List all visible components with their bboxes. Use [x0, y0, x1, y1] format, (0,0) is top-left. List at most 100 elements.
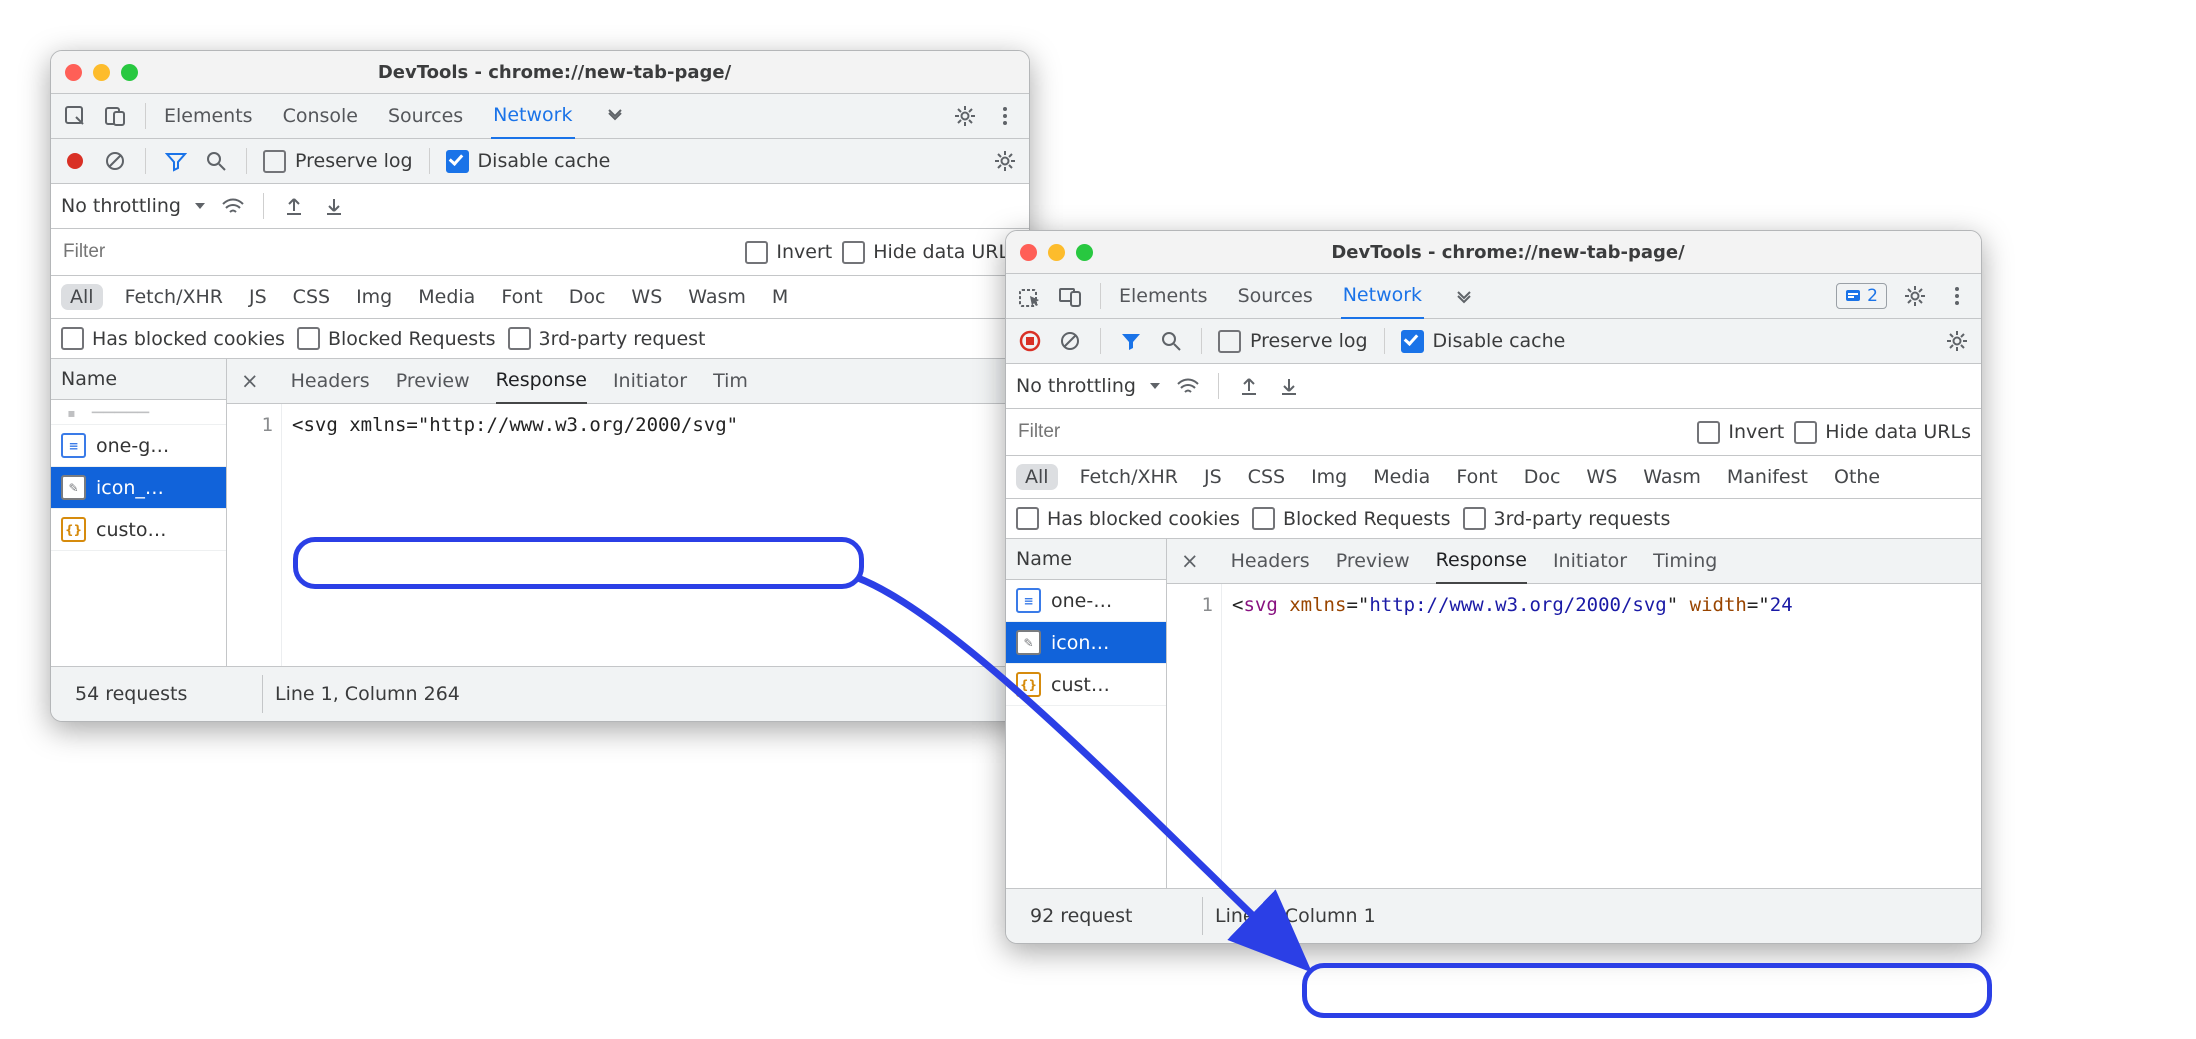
has-blocked-cookies-checkbox[interactable]: Has blocked cookies [61, 327, 285, 350]
tab-headers[interactable]: Headers [291, 359, 370, 403]
search-icon[interactable] [202, 147, 230, 175]
close-detail-icon[interactable]: × [241, 369, 259, 393]
filter-doc[interactable]: Doc [565, 284, 610, 310]
throttling-select[interactable]: No throttling [61, 195, 207, 217]
kebab-menu-icon[interactable] [991, 102, 1019, 130]
third-party-checkbox[interactable]: 3rd-party requests [1463, 507, 1671, 530]
tab-sources[interactable]: Sources [386, 94, 465, 138]
wifi-icon[interactable] [1174, 372, 1202, 400]
filter-ws[interactable]: WS [1582, 464, 1621, 490]
filter-fetchxhr[interactable]: Fetch/XHR [1076, 464, 1182, 490]
preserve-log-checkbox[interactable]: Preserve log [1218, 330, 1368, 353]
clear-icon[interactable] [101, 147, 129, 175]
gear-icon[interactable] [991, 147, 1019, 175]
tab-headers[interactable]: Headers [1231, 539, 1310, 583]
list-item[interactable]: ✎icon_… [51, 467, 226, 509]
tab-timing[interactable]: Timing [1653, 539, 1717, 583]
filter-manifest[interactable]: Manifest [1723, 464, 1812, 490]
filter-wasm[interactable]: Wasm [684, 284, 750, 310]
name-header[interactable]: Name [1006, 539, 1166, 580]
tab-elements[interactable]: Elements [162, 94, 255, 138]
filter-media[interactable]: Media [414, 284, 479, 310]
list-item[interactable]: ≡one-g… [51, 425, 226, 467]
filter-input[interactable] [61, 235, 735, 269]
gear-icon[interactable] [951, 102, 979, 130]
titlebar[interactable]: DevTools - chrome://new-tab-page/ [51, 51, 1029, 94]
issues-badge[interactable]: 2 [1836, 283, 1887, 309]
disable-cache-checkbox[interactable]: Disable cache [446, 150, 611, 173]
filter-all[interactable]: All [61, 284, 103, 310]
device-toggle-icon[interactable] [101, 102, 129, 130]
list-item[interactable]: ≡one-… [1006, 580, 1166, 622]
tab-elements[interactable]: Elements [1117, 274, 1210, 318]
has-blocked-cookies-checkbox[interactable]: Has blocked cookies [1016, 507, 1240, 530]
filter-img[interactable]: Img [352, 284, 396, 310]
filter-icon[interactable] [1117, 327, 1145, 355]
tab-network[interactable]: Network [1341, 273, 1424, 320]
filter-font[interactable]: Font [1452, 464, 1501, 490]
disable-cache-checkbox[interactable]: Disable cache [1401, 330, 1566, 353]
device-toggle-icon[interactable] [1056, 282, 1084, 310]
record-icon[interactable] [61, 147, 89, 175]
hide-data-urls-checkbox[interactable]: Hide data URLs [842, 241, 1019, 264]
tab-timing[interactable]: Tim [713, 359, 748, 403]
list-item[interactable]: {}cust… [1006, 664, 1166, 706]
more-tabs-icon[interactable] [601, 102, 629, 130]
preserve-log-checkbox[interactable]: Preserve log [263, 150, 413, 173]
filter-icon[interactable] [162, 147, 190, 175]
response-body[interactable]: 1 <svg xmlns="http://www.w3.org/2000/svg… [227, 404, 1029, 666]
filter-other[interactable]: Othe [1830, 464, 1884, 490]
tab-preview[interactable]: Preview [396, 359, 470, 403]
filter-ws[interactable]: WS [627, 284, 666, 310]
tab-preview[interactable]: Preview [1336, 539, 1410, 583]
response-body[interactable]: 1 <svg xmlns="http://www.w3.org/2000/svg… [1167, 584, 1981, 888]
filter-doc[interactable]: Doc [1520, 464, 1565, 490]
hide-data-urls-checkbox[interactable]: Hide data URLs [1794, 421, 1971, 444]
blocked-requests-checkbox[interactable]: Blocked Requests [1252, 507, 1451, 530]
tab-initiator[interactable]: Initiator [613, 359, 687, 403]
filter-js[interactable]: JS [245, 284, 271, 310]
minimize-icon[interactable] [1048, 244, 1065, 261]
zoom-icon[interactable] [1076, 244, 1093, 261]
more-tabs-icon[interactable] [1450, 282, 1478, 310]
filter-media[interactable]: Media [1369, 464, 1434, 490]
wifi-icon[interactable] [219, 192, 247, 220]
filter-all[interactable]: All [1016, 464, 1058, 490]
gear-icon[interactable] [1943, 327, 1971, 355]
name-header[interactable]: Name [51, 359, 226, 400]
tab-sources[interactable]: Sources [1236, 274, 1315, 318]
inspect-element-icon[interactable] [1016, 282, 1044, 310]
filter-truncated[interactable]: M [768, 284, 792, 310]
download-icon[interactable] [1275, 372, 1303, 400]
filter-fetchxhr[interactable]: Fetch/XHR [121, 284, 227, 310]
tab-console[interactable]: Console [281, 94, 360, 138]
close-icon[interactable] [65, 64, 82, 81]
blocked-requests-checkbox[interactable]: Blocked Requests [297, 327, 496, 350]
clear-icon[interactable] [1056, 327, 1084, 355]
close-icon[interactable] [1020, 244, 1037, 261]
list-item[interactable]: ▪───── [51, 400, 226, 425]
tab-response[interactable]: Response [1436, 539, 1527, 585]
filter-img[interactable]: Img [1307, 464, 1351, 490]
close-detail-icon[interactable]: × [1181, 549, 1199, 573]
list-item[interactable]: {}custo… [51, 509, 226, 551]
upload-icon[interactable] [1235, 372, 1263, 400]
filter-js[interactable]: JS [1200, 464, 1226, 490]
list-item[interactable]: ✎icon… [1006, 622, 1166, 664]
invert-checkbox[interactable]: Invert [745, 241, 832, 264]
throttling-select[interactable]: No throttling [1016, 375, 1162, 397]
upload-icon[interactable] [280, 192, 308, 220]
filter-css[interactable]: CSS [289, 284, 334, 310]
search-icon[interactable] [1157, 327, 1185, 355]
gear-icon[interactable] [1901, 282, 1929, 310]
inspect-element-icon[interactable] [61, 102, 89, 130]
filter-font[interactable]: Font [497, 284, 546, 310]
third-party-checkbox[interactable]: 3rd-party request [508, 327, 706, 350]
kebab-menu-icon[interactable] [1943, 282, 1971, 310]
tab-response[interactable]: Response [496, 359, 587, 405]
filter-wasm[interactable]: Wasm [1639, 464, 1705, 490]
record-icon[interactable] [1016, 327, 1044, 355]
tab-network[interactable]: Network [491, 93, 574, 140]
filter-input[interactable] [1016, 415, 1687, 449]
invert-checkbox[interactable]: Invert [1697, 421, 1784, 444]
